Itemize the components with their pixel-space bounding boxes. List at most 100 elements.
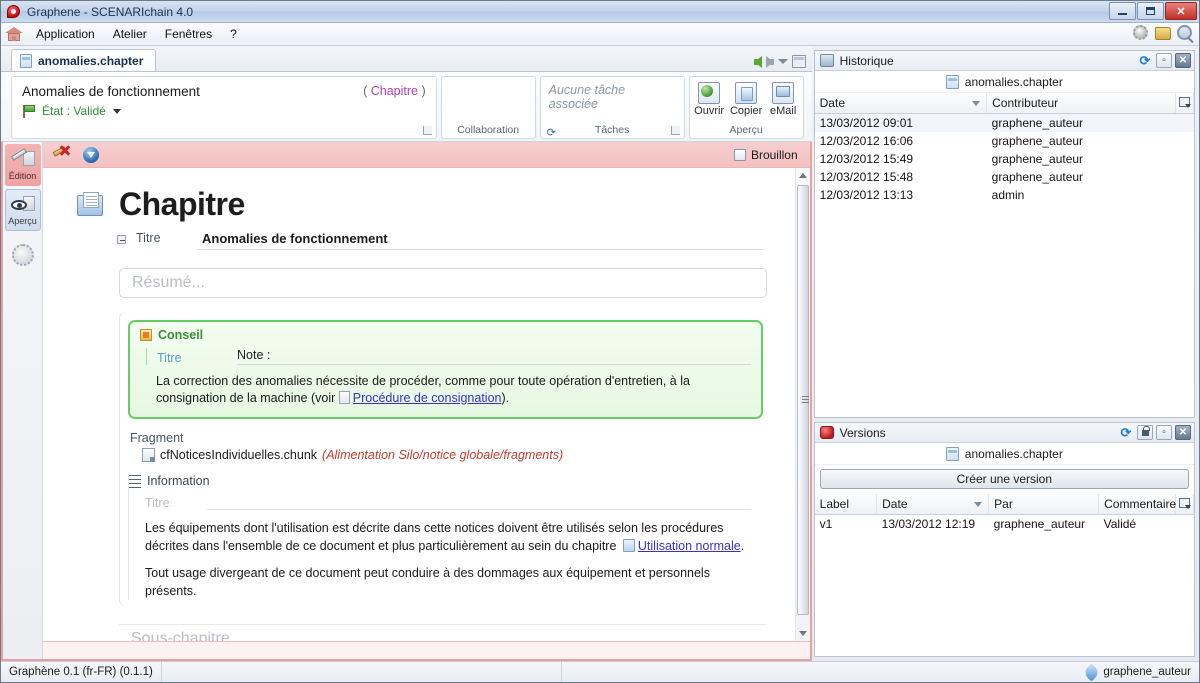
- menu-item-fenetres[interactable]: Fenêtres: [156, 24, 221, 44]
- tab-navigation: [753, 55, 806, 68]
- status-version-label: Graphène 0.1 (fr-FR) (0.1.1): [1, 662, 162, 682]
- information-title-row[interactable]: Titre: [145, 495, 767, 510]
- versions-title: Versions: [839, 425, 886, 440]
- state-selector[interactable]: État : Validé: [22, 104, 426, 118]
- side-panels-column: Historique ⟳ ▫ ✕ anomalies.chapter Date …: [812, 46, 1199, 661]
- group-expander-icon[interactable]: [422, 126, 432, 135]
- table-row[interactable]: 12/03/2012 15:48 graphene_auteur: [815, 168, 1194, 186]
- menu-item-help[interactable]: ?: [221, 24, 246, 44]
- information-paragraph-2[interactable]: Tout usage divergeant de ce document peu…: [145, 564, 755, 600]
- restore-panel-icon[interactable]: [791, 55, 806, 68]
- draft-label: Brouillon: [750, 147, 798, 162]
- close-button[interactable]: ✕: [1165, 2, 1197, 20]
- minimize-button[interactable]: [1109, 2, 1136, 20]
- sort-descending-icon: [972, 101, 981, 106]
- summary-input[interactable]: Résumé...: [119, 268, 767, 298]
- editor-frame: Édition Aperçu Brouillon Chapitre Titre …: [1, 142, 812, 661]
- procedure-link[interactable]: Procédure de consignation: [353, 391, 502, 405]
- view-mode-edition-label: Édition: [8, 170, 37, 181]
- close-icon[interactable]: ✕: [1175, 425, 1191, 440]
- chevron-down-icon[interactable]: [112, 108, 121, 114]
- create-version-wrap: Créer une version: [815, 465, 1194, 494]
- view-mode-toolbar: Édition Aperçu: [3, 142, 43, 659]
- column-config-button[interactable]: [1175, 494, 1194, 515]
- group-expander-icon[interactable]: [670, 126, 680, 135]
- scroll-up-button[interactable]: [796, 168, 810, 183]
- folder-icon[interactable]: [1155, 25, 1173, 43]
- scrollbar-grip-icon: [801, 396, 809, 404]
- menu-bar-tools: [1133, 25, 1195, 43]
- view-mode-edition[interactable]: Édition: [4, 144, 41, 186]
- scrollbar-thumb[interactable]: [796, 185, 809, 615]
- sync-icon[interactable]: ⟳: [1118, 425, 1134, 440]
- information-paragraph-1[interactable]: Les équipements dont l'utilisation est d…: [145, 519, 755, 555]
- close-icon[interactable]: ✕: [1175, 53, 1191, 68]
- cell-label: v1: [819, 516, 833, 531]
- window-title: Graphene - SCENARIchain 4.0: [27, 4, 194, 19]
- chevron-down-icon[interactable]: [777, 59, 788, 64]
- menu-item-application[interactable]: Application: [27, 24, 104, 44]
- title-field-value[interactable]: Anomalies de fonctionnement: [198, 231, 763, 250]
- view-mode-settings[interactable]: [5, 234, 41, 276]
- column-header-par[interactable]: Par: [988, 494, 1100, 515]
- maximize-button[interactable]: [1137, 2, 1164, 20]
- table-row[interactable]: 12/03/2012 16:06 graphene_auteur: [815, 132, 1194, 150]
- utilisation-normale-link[interactable]: Utilisation normale: [638, 539, 741, 553]
- cell-date: 13/03/2012 12:19: [881, 516, 976, 531]
- cell-date: 12/03/2012 16:06: [819, 133, 914, 148]
- menu-item-atelier[interactable]: Atelier: [104, 24, 156, 44]
- preview-open-button[interactable]: Ouvrir: [693, 82, 726, 117]
- table-row[interactable]: 13/03/2012 09:01 graphene_auteur: [814, 113, 1194, 132]
- gear-icon[interactable]: [1133, 25, 1151, 43]
- editor-scrollbar[interactable]: [794, 168, 810, 641]
- scroll-down-button[interactable]: [796, 626, 810, 641]
- table-row[interactable]: v1 13/03/2012 12:19 graphene_auteur Vali…: [815, 514, 1194, 533]
- restore-icon[interactable]: ▫: [1156, 53, 1172, 68]
- restore-icon[interactable]: ▫: [1156, 425, 1172, 440]
- fragment-label: Fragment: [130, 431, 184, 445]
- home-icon[interactable]: [5, 26, 23, 42]
- title-field-row: Titre Anomalies de fonctionnement: [117, 231, 781, 250]
- preview-email-button[interactable]: eMail: [767, 82, 800, 117]
- cell-commentaire: Validé: [1103, 516, 1137, 531]
- column-config-icon: [1179, 497, 1191, 509]
- column-header-date[interactable]: Date: [814, 93, 988, 114]
- search-icon[interactable]: [1177, 25, 1195, 43]
- lock-icon[interactable]: [1137, 425, 1153, 440]
- create-version-button[interactable]: Créer une version: [819, 469, 1189, 489]
- back-arrow-icon[interactable]: [753, 55, 762, 68]
- preview-copy-button[interactable]: Copier: [730, 82, 763, 117]
- conseil-block: Conseil Titre Note : La correction des a…: [128, 320, 763, 419]
- delete-item-icon[interactable]: [52, 144, 71, 163]
- view-mode-apercu[interactable]: Aperçu: [4, 189, 41, 231]
- conseil-title-value[interactable]: Note :: [237, 348, 751, 365]
- subchapter-input[interactable]: Sous-chapitre...: [119, 624, 767, 641]
- versions-document-name: anomalies.chapter: [964, 446, 1063, 461]
- table-row[interactable]: 12/03/2012 13:13 admin: [815, 186, 1194, 204]
- draft-checkbox[interactable]: Brouillon: [733, 147, 798, 162]
- editor-pane: Brouillon Chapitre Titre Anomalies de fo…: [43, 142, 810, 659]
- information-block: Information Titre Les équipements dont l…: [128, 474, 767, 600]
- tab-anomalies-chapter[interactable]: anomalies.chapter: [11, 49, 157, 71]
- download-icon[interactable]: [83, 146, 99, 163]
- conseil-body-text[interactable]: La correction des anomalies nécessite de…: [156, 373, 751, 407]
- conseil-title-label: Titre: [157, 351, 182, 365]
- information-title-input[interactable]: [207, 495, 751, 510]
- column-header-date[interactable]: Date: [876, 494, 990, 515]
- copy-icon: [735, 82, 758, 104]
- table-row[interactable]: 12/03/2012 15:49 graphene_auteur: [815, 150, 1194, 168]
- forward-arrow-icon[interactable]: [765, 55, 774, 68]
- column-header-contributeur[interactable]: Contributeur: [986, 93, 1176, 114]
- cell-date: 12/03/2012 13:13: [819, 187, 914, 202]
- column-header-commentaire[interactable]: Commentaire: [1098, 494, 1176, 515]
- column-header-label[interactable]: Label: [814, 494, 878, 515]
- collapse-toggle-icon[interactable]: [117, 235, 126, 244]
- checkbox-box[interactable]: [733, 148, 746, 161]
- fragment-name: cfNoticesIndividuelles.chunk: [160, 448, 318, 462]
- status-user[interactable]: graphene_auteur: [1082, 662, 1191, 682]
- sync-icon[interactable]: ⟳: [1137, 53, 1153, 68]
- column-config-button[interactable]: [1175, 93, 1194, 114]
- document-icon: [945, 446, 959, 461]
- fragment-row[interactable]: cfNoticesIndividuelles.chunk (Alimentati…: [142, 448, 767, 462]
- versions-table-wrap: Label Date Par Commentaire v1 13/03/2012…: [814, 494, 1194, 656]
